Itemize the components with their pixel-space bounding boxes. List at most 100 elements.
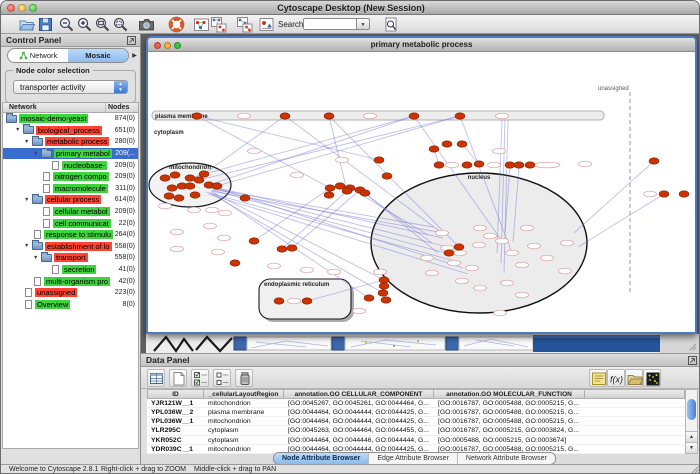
network-node[interactable] (378, 290, 388, 296)
expand-arrow-icon[interactable]: ▼ (33, 255, 41, 261)
tab-network-attribute-browser[interactable]: Network Attribute Browser (457, 453, 555, 464)
zoom-selected-region-icon[interactable] (112, 16, 129, 33)
first-neighbors-icon[interactable] (193, 16, 210, 33)
table-scrollbar[interactable]: ▲ ▼ (685, 389, 698, 454)
column-header-region[interactable]: _cellularLayoutRegion (204, 389, 284, 399)
network-node[interactable] (659, 191, 669, 197)
network-node[interactable] (455, 113, 465, 119)
combo-stepper-icon[interactable]: ▲▼ (114, 81, 127, 93)
network-node[interactable] (474, 161, 484, 167)
network-node[interactable] (240, 195, 250, 201)
network-node[interactable] (505, 162, 515, 168)
tree-row[interactable]: cellular metabol209(0) (3, 206, 138, 218)
tree-row[interactable]: secretion41(0) (3, 264, 138, 276)
table-row[interactable]: YPL036W__1mitochondrion[GO:0044464, GO:0… (147, 417, 685, 426)
tree-row[interactable]: ▼establishment of lo558(0) (3, 241, 138, 253)
zoom-fit-icon[interactable] (94, 16, 111, 33)
table-row[interactable]: YPL036W__2plasma membrane[GO:0044464, GO… (147, 408, 685, 417)
tree-row[interactable]: macromolecule311(0) (3, 183, 138, 195)
network-node[interactable] (170, 172, 180, 178)
network-node[interactable] (164, 193, 174, 199)
network-node[interactable] (160, 175, 170, 181)
network-node[interactable] (324, 113, 334, 119)
tab-network[interactable]: Network (8, 49, 68, 62)
scrollbar-thumb[interactable] (687, 399, 696, 420)
network-node[interactable] (382, 173, 392, 179)
network-node[interactable] (324, 192, 334, 198)
network-node[interactable] (379, 283, 389, 289)
network-node[interactable] (167, 185, 177, 191)
create-attribute-icon[interactable] (169, 369, 187, 387)
network-node[interactable] (649, 158, 659, 164)
expand-arrow-icon[interactable]: ▼ (15, 127, 23, 133)
tree-row[interactable]: ▼metabolic process280(0) (3, 136, 138, 148)
tree-column-nodes[interactable]: Nodes (105, 103, 138, 112)
function-builder-icon[interactable]: f(x) (607, 369, 625, 387)
network-node[interactable] (335, 183, 345, 189)
network-node[interactable] (429, 146, 439, 152)
network-node[interactable] (525, 162, 535, 168)
tree-row[interactable]: ▼primary metabol209(... (3, 148, 138, 160)
app-resize-grip-icon[interactable] (691, 465, 700, 474)
network-node[interactable] (444, 250, 454, 256)
tab-node-attribute-browser[interactable]: Node Attribute Browser (274, 453, 368, 464)
network-node[interactable] (679, 191, 689, 197)
scroll-up-icon[interactable]: ▲ (686, 431, 697, 442)
open-session-icon[interactable] (18, 16, 35, 33)
tree-row[interactable]: multi-organism pro42(0) (3, 275, 138, 287)
save-session-icon[interactable] (37, 16, 54, 33)
network-node[interactable] (381, 297, 391, 303)
attribute-notes-icon[interactable] (589, 369, 607, 387)
table-row[interactable]: YJR121W__1mitochondrion[GO:0045267, GO:0… (147, 399, 685, 408)
network-node[interactable] (249, 238, 259, 244)
scroll-down-icon[interactable]: ▼ (686, 442, 697, 453)
network-node[interactable] (230, 260, 240, 266)
search-dropdown-arrow-icon[interactable]: ▼ (357, 18, 370, 30)
tree-row[interactable]: nucleobase-209(0) (3, 159, 138, 171)
network-node[interactable] (364, 295, 374, 301)
network-node[interactable] (185, 183, 195, 189)
network-node[interactable] (190, 192, 200, 198)
network-node[interactable] (457, 141, 467, 147)
tab-mosaic[interactable]: Mosaic (68, 49, 128, 62)
unselect-attributes-icon[interactable] (213, 369, 231, 387)
float-data-panel-icon[interactable] (688, 356, 697, 365)
network-node[interactable] (199, 171, 209, 177)
tree-row[interactable]: unassigned223(0) (3, 287, 138, 299)
tree-row[interactable]: ▼biological_process651(0) (3, 125, 138, 137)
tree-row[interactable]: mosaic-demo-yeast874(0) (3, 113, 138, 125)
network-node[interactable] (514, 162, 524, 168)
network-node[interactable] (192, 113, 202, 119)
new-network-from-selection-edges-icon[interactable] (236, 16, 253, 33)
network-node[interactable] (360, 190, 370, 196)
tree-row[interactable]: cell communicat22(0) (3, 217, 138, 229)
delete-attribute-icon[interactable] (235, 369, 253, 387)
expand-arrow-icon[interactable]: ▼ (24, 139, 32, 145)
expand-arrow-icon[interactable]: ▼ (24, 243, 32, 249)
more-tabs-arrow-icon[interactable]: ▶ (130, 50, 139, 62)
zoom-in-icon[interactable] (76, 16, 93, 33)
select-attributes-icon[interactable] (191, 369, 209, 387)
network-node[interactable] (434, 162, 444, 168)
column-header-cellular-component[interactable]: annotation.GO CELLULAR_COMPONENT (284, 389, 434, 399)
network-node[interactable] (287, 245, 297, 251)
float-panel-icon[interactable] (127, 36, 136, 45)
network-node[interactable] (454, 244, 464, 250)
tree-row[interactable]: response to stimulu264(0) (3, 229, 138, 241)
import-attributes-icon[interactable] (625, 369, 643, 387)
network-node[interactable] (194, 177, 204, 183)
network-node[interactable] (185, 175, 195, 181)
zoom-out-icon[interactable] (58, 16, 75, 33)
tree-row[interactable]: Overview8(0) (3, 299, 138, 311)
column-header-molecular-function[interactable]: annotation.GO MOLECULAR_FUNCTION (434, 389, 585, 399)
attribute-table-icon[interactable] (147, 369, 165, 387)
network-node[interactable] (174, 195, 184, 201)
expand-arrow-icon[interactable]: ▼ (24, 197, 32, 203)
network-node[interactable] (379, 277, 389, 283)
network-node[interactable] (277, 246, 287, 252)
network-node[interactable] (462, 162, 472, 168)
help-icon[interactable] (168, 16, 185, 33)
column-header-id[interactable]: ID (147, 389, 204, 399)
network-node[interactable] (342, 188, 352, 194)
table-row[interactable]: YLR295Ccytoplasm[GO:0045263, GO:0044464,… (147, 426, 685, 435)
